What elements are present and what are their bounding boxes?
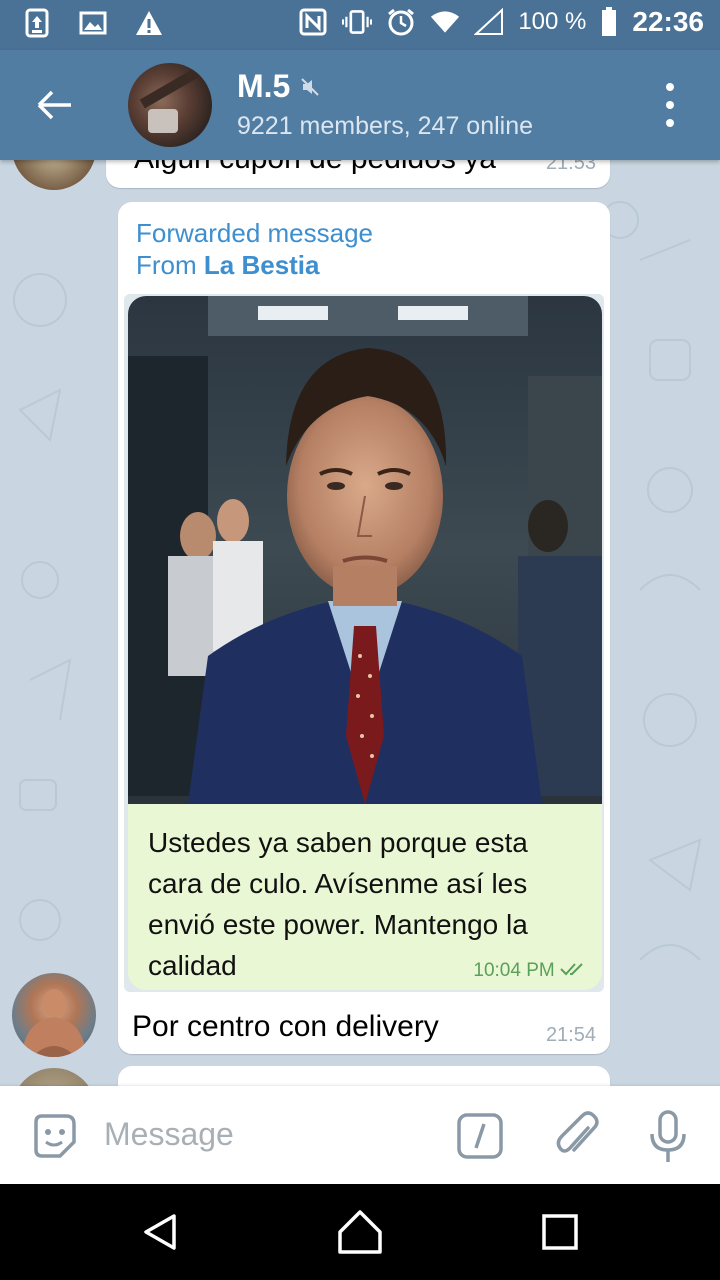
system-navigation-bar — [0, 1184, 720, 1280]
chat-history[interactable]: Algún cupón de pedidos ya 21:53 Forwarde… — [0, 160, 720, 1086]
chat-subtitle: 9221 members, 247 online — [237, 112, 534, 140]
wifi-icon — [430, 7, 460, 37]
photo-time: 10:04 PM — [473, 960, 588, 982]
nav-back-icon[interactable] — [140, 1212, 180, 1252]
dot-icon — [666, 101, 674, 109]
arrow-back-icon — [37, 90, 71, 120]
avatar-image — [22, 989, 86, 1057]
photo-screenshot: Ustedes ya saben porque esta cara de cul… — [128, 296, 602, 990]
message-bubble[interactable]: Algún cupón de pedidos ya 21:53 — [106, 160, 610, 188]
photo-time-text: 10:04 PM — [473, 960, 555, 981]
nav-home-icon[interactable] — [336, 1208, 384, 1256]
nav-recent-apps-icon[interactable] — [542, 1214, 578, 1250]
dot-icon — [666, 119, 674, 127]
chat-header: M.5 9221 members, 247 online — [0, 50, 720, 160]
chat-title[interactable]: M.5 — [237, 68, 320, 105]
muted-icon — [301, 77, 320, 96]
forwarded-message-bubble[interactable]: Forwarded message From La Bestia Ustedes… — [118, 202, 610, 1054]
avatar[interactable] — [12, 973, 96, 1057]
back-button[interactable] — [30, 80, 80, 130]
chat-title-text: M.5 — [237, 68, 291, 104]
upload-notification-icon — [22, 8, 52, 38]
message-text: Algún cupón de pedidos ya — [134, 160, 496, 176]
status-clock: 22:36 — [632, 6, 704, 37]
double-check-icon — [560, 963, 583, 976]
vibrate-icon — [342, 7, 373, 37]
forwarded-from-name: La Bestia — [203, 250, 320, 280]
message-text: Por centro con delivery — [132, 1010, 439, 1043]
forwarded-label: Forwarded message — [136, 218, 373, 248]
alarm-icon — [386, 7, 416, 37]
forwarded-from[interactable]: From La Bestia — [136, 250, 320, 281]
attach-icon[interactable] — [552, 1110, 600, 1162]
nfc-icon — [298, 7, 328, 37]
dot-icon — [666, 83, 674, 91]
battery-icon — [600, 7, 618, 37]
sticker-emoji-icon[interactable] — [30, 1112, 78, 1160]
microphone-icon[interactable] — [646, 1110, 690, 1164]
group-avatar[interactable] — [128, 63, 212, 147]
status-bar: 100 % 22:36 — [0, 0, 720, 50]
message-input[interactable]: Message — [104, 1116, 234, 1153]
signal-icon — [474, 7, 504, 37]
message-photo[interactable]: Ustedes ya saben porque esta cara de cul… — [124, 294, 604, 992]
message-time: 21:54 — [545, 1024, 596, 1046]
message-time: 21:53 — [545, 160, 596, 174]
more-options-button[interactable] — [650, 83, 690, 127]
message-bubble[interactable] — [118, 1066, 610, 1086]
bot-command-icon[interactable] — [456, 1112, 504, 1160]
warning-icon — [134, 8, 164, 38]
forwarded-from-prefix: From — [136, 250, 204, 280]
battery-percent: 100 % — [518, 8, 587, 35]
image-notification-icon — [78, 8, 108, 38]
photo-image — [128, 296, 602, 804]
message-composer: Message — [0, 1086, 720, 1184]
